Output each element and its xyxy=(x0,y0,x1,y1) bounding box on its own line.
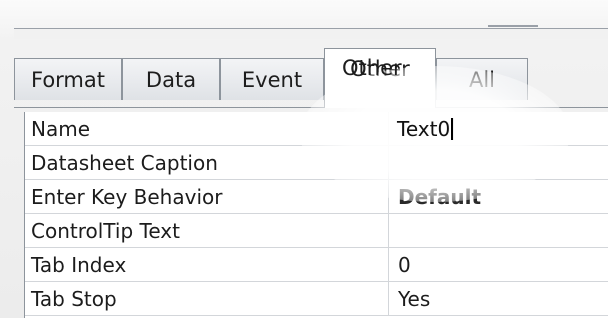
tab-data-label: Data xyxy=(145,67,197,92)
property-row-datasheet-caption[interactable]: Datasheet Caption xyxy=(25,146,608,180)
property-row-tab-stop[interactable]: Tab Stop Yes xyxy=(25,282,608,316)
property-label: Name xyxy=(25,112,389,145)
tabs-baseline xyxy=(14,107,608,108)
property-label: Tab Stop xyxy=(25,282,389,315)
selection-strip xyxy=(14,28,608,39)
tab-event-label: Event xyxy=(241,67,303,92)
tab-all[interactable]: All xyxy=(436,58,528,100)
tab-all-label: All xyxy=(468,67,496,92)
property-label: ControlTip Text xyxy=(25,214,389,247)
tab-format[interactable]: Format xyxy=(14,58,122,100)
property-value-select[interactable]: Yes xyxy=(390,282,608,315)
property-sheet: Format Data Event Other All Name Text0 D… xyxy=(0,0,608,318)
tab-event[interactable]: Event xyxy=(220,58,324,100)
property-row-name[interactable]: Name Text0 xyxy=(25,112,608,146)
property-value-input[interactable] xyxy=(390,146,608,179)
name-value-highlight: Text0 xyxy=(397,112,454,146)
property-row-enter-key-behavior[interactable]: Enter Key Behavior Default xyxy=(25,180,608,214)
name-value-highlight-text: Text0 xyxy=(397,117,451,141)
property-label: Tab Index xyxy=(25,248,389,281)
property-label: Enter Key Behavior xyxy=(25,180,389,213)
property-label: Datasheet Caption xyxy=(25,146,389,179)
property-value-input[interactable] xyxy=(390,214,608,247)
tab-other-spot-label: Other xyxy=(342,56,402,80)
property-value-input[interactable]: 0 xyxy=(390,248,608,281)
property-row-tab-index[interactable]: Tab Index 0 xyxy=(25,248,608,282)
property-value-select[interactable]: Default xyxy=(390,180,608,213)
tab-data[interactable]: Data xyxy=(122,58,220,100)
tab-format-label: Format xyxy=(30,67,105,92)
text-caret xyxy=(451,118,454,140)
property-row-controltip-text[interactable]: ControlTip Text xyxy=(25,214,608,248)
property-grid: Name Text0 Datasheet Caption Enter Key B… xyxy=(24,112,608,318)
property-tabs: Format Data Event Other All xyxy=(14,48,608,108)
top-divider xyxy=(488,25,538,27)
